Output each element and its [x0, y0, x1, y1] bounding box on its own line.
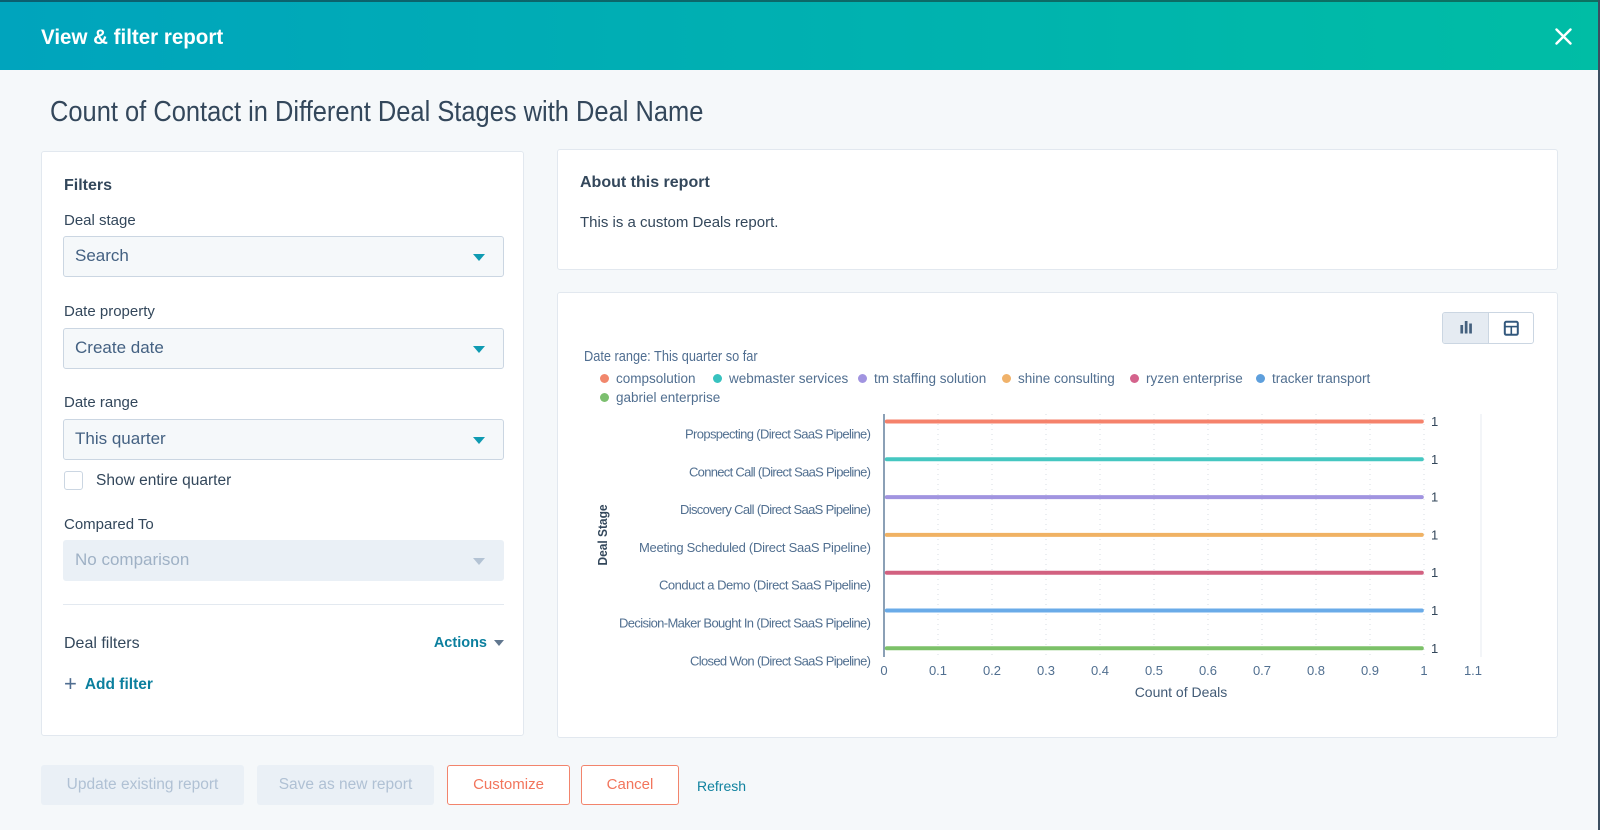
svg-text:1: 1 — [1431, 565, 1438, 580]
svg-text:Meeting Scheduled (Direct SaaS: Meeting Scheduled (Direct SaaS Pipeline) — [639, 540, 871, 555]
svg-text:1: 1 — [1431, 490, 1438, 505]
svg-text:Connect Call (Direct SaaS Pipe: Connect Call (Direct SaaS Pipeline) — [689, 464, 871, 479]
svg-text:1.1: 1.1 — [1464, 663, 1482, 678]
svg-text:0: 0 — [880, 663, 887, 678]
svg-text:0.9: 0.9 — [1361, 663, 1379, 678]
svg-text:Deal Stage: Deal Stage — [595, 505, 610, 566]
svg-text:0.8: 0.8 — [1307, 663, 1325, 678]
svg-text:0.2: 0.2 — [983, 663, 1001, 678]
svg-text:1: 1 — [1431, 414, 1438, 429]
svg-text:0.6: 0.6 — [1199, 663, 1217, 678]
svg-text:1: 1 — [1431, 603, 1438, 618]
svg-text:Discovery Call (Direct SaaS Pi: Discovery Call (Direct SaaS Pipeline) — [680, 502, 871, 517]
svg-text:1: 1 — [1431, 527, 1438, 542]
svg-text:Count of Deals: Count of Deals — [1135, 684, 1228, 700]
svg-text:1: 1 — [1431, 641, 1438, 656]
svg-text:Propspecting (Direct SaaS Pipe: Propspecting (Direct SaaS Pipeline) — [685, 427, 871, 442]
svg-text:Closed Won (Direct SaaS Pipeli: Closed Won (Direct SaaS Pipeline) — [690, 653, 871, 668]
svg-text:0.3: 0.3 — [1037, 663, 1055, 678]
svg-text:0.5: 0.5 — [1145, 663, 1163, 678]
svg-text:0.4: 0.4 — [1091, 663, 1109, 678]
svg-text:1: 1 — [1420, 663, 1427, 678]
svg-text:Conduct a Demo (Direct SaaS Pi: Conduct a Demo (Direct SaaS Pipeline) — [659, 578, 871, 593]
svg-text:Decision-Maker Bought In (Dire: Decision-Maker Bought In (Direct SaaS Pi… — [619, 616, 871, 631]
svg-text:1: 1 — [1431, 452, 1438, 467]
svg-text:0.7: 0.7 — [1253, 663, 1271, 678]
svg-text:0.1: 0.1 — [929, 663, 947, 678]
